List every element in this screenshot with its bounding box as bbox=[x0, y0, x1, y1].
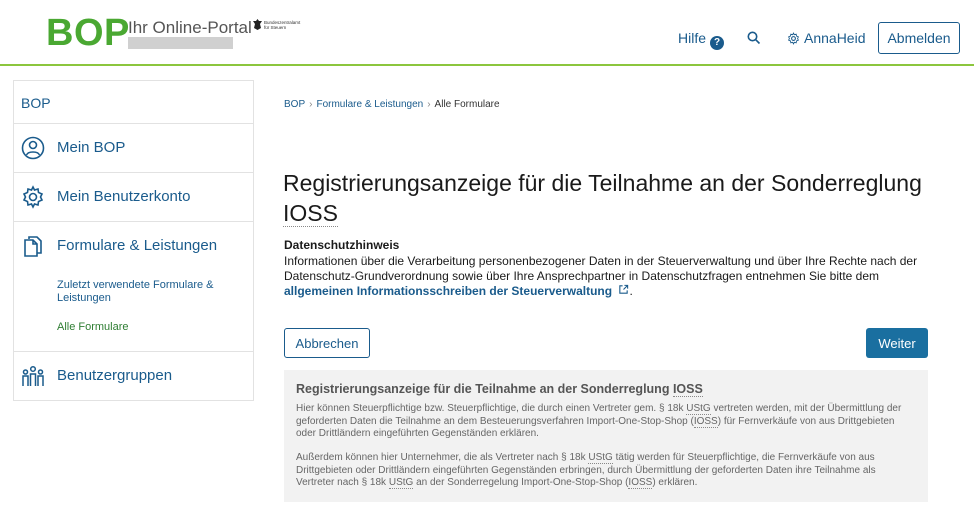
portal-name-placeholder-bar bbox=[128, 37, 233, 49]
sidebar-item-benutzerkonto[interactable]: Mein Benutzerkonto bbox=[14, 173, 253, 221]
gear-icon bbox=[788, 32, 799, 45]
question-icon: ? bbox=[710, 36, 725, 50]
user-circle-icon bbox=[21, 136, 45, 160]
breadcrumb: BOP › Formulare & Leistungen › Alle Formular… bbox=[284, 99, 500, 110]
user-account-link[interactable]: AnnaHeid bbox=[787, 30, 866, 46]
sidebar-item-label: Mein Benutzerkonto bbox=[57, 188, 191, 205]
portal-name: Ihr Online-Portal bbox=[128, 18, 252, 37]
info-box: Registrierungsanzeige für die Teilnahme … bbox=[284, 370, 928, 502]
logout-button[interactable]: Abmelden bbox=[878, 22, 960, 54]
sidebar-subitem-recent[interactable]: Zuletzt verwendete Formulare & Leistunge… bbox=[57, 279, 237, 305]
chevron-right-icon: › bbox=[309, 99, 313, 110]
federal-eagle-icon bbox=[253, 19, 262, 30]
info-title: Registrierungsanzeige für die Teilnahme … bbox=[296, 382, 703, 397]
next-button[interactable]: Weiter bbox=[866, 328, 928, 358]
info-paragraph-1: Hier können Steuerpflichtige bzw. Steuer… bbox=[296, 403, 902, 439]
agency-name: Bundeszentralamt für Steuern bbox=[264, 20, 301, 30]
documents-icon bbox=[24, 236, 42, 257]
breadcrumb-current: Alle Formulare bbox=[434, 99, 500, 110]
gear-icon bbox=[22, 185, 44, 209]
search-icon[interactable] bbox=[747, 31, 761, 45]
sidebar-item-benutzergruppen[interactable]: Benutzergruppen bbox=[14, 352, 253, 400]
sidebar-item-mein-bop[interactable]: Mein BOP bbox=[14, 124, 253, 172]
sidebar: BOP Mein BOP Mein Benutzerkonto Formular… bbox=[13, 80, 254, 401]
sidebar-subitem-alle-formulare[interactable]: Alle Formulare bbox=[57, 321, 237, 334]
sidebar-item-label: Formulare & Leistungen bbox=[57, 237, 218, 254]
page-title: Registrierungsanzeige für die Teilnahme … bbox=[283, 170, 922, 227]
breadcrumb-bop[interactable]: BOP bbox=[284, 99, 305, 110]
header: BOP Ihr Online-Portal Bundeszentralamt f… bbox=[0, 0, 974, 66]
sidebar-item-label: Benutzergruppen bbox=[57, 367, 173, 384]
cancel-button[interactable]: Abbrechen bbox=[284, 328, 370, 358]
info-paragraph-2: Außerdem können hier Unternehmer, die al… bbox=[296, 452, 876, 489]
breadcrumb-formulare[interactable]: Formulare & Leistungen bbox=[316, 99, 423, 110]
sidebar-item-formulare[interactable]: Formulare & Leistungen bbox=[14, 222, 253, 270]
privacy-text: Informationen über die Verarbeitung pers… bbox=[284, 254, 918, 298]
group-icon bbox=[22, 365, 44, 386]
chevron-right-icon: › bbox=[427, 99, 431, 110]
sidebar-home-link[interactable]: BOP bbox=[21, 95, 51, 111]
bop-logo[interactable]: BOP bbox=[46, 14, 130, 52]
privacy-title: Datenschutzhinweis bbox=[284, 238, 400, 252]
privacy-info-link[interactable]: allgemeinen Informationsschreiben der St… bbox=[284, 284, 629, 298]
help-link[interactable]: Hilfe? bbox=[678, 30, 725, 50]
external-link-icon bbox=[619, 284, 629, 294]
sidebar-item-label: Mein BOP bbox=[57, 139, 126, 156]
ioss-abbreviation: IOSS bbox=[283, 200, 338, 227]
